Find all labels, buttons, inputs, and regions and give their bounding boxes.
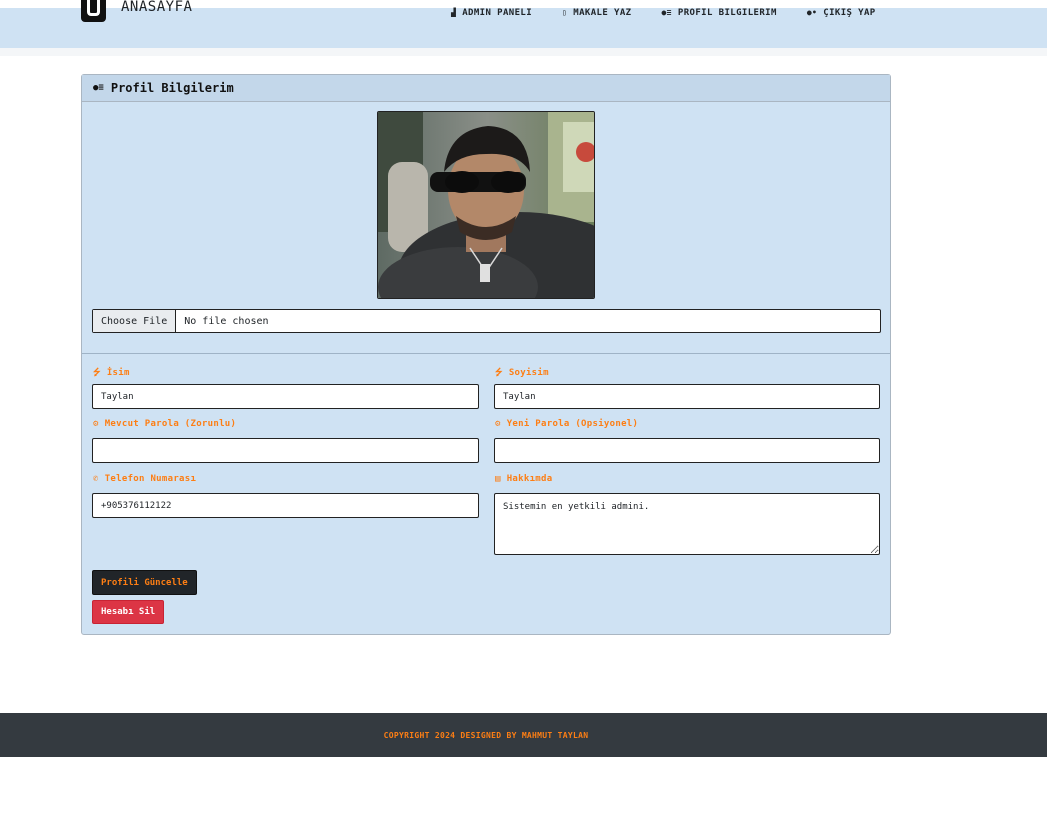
- about-label: ▤ Hakkımda: [495, 474, 552, 484]
- profile-photo: [377, 111, 595, 299]
- nav-admin-panel-label: ADMIN PANELI: [462, 8, 533, 18]
- profile-card: ●≡ Profil Bilgilerim Choose File No file…: [81, 74, 891, 635]
- nav-profile-label: PROFIL BILGILERIM: [677, 8, 777, 18]
- nav-logout-label: ÇIKIŞ YAP: [823, 8, 876, 18]
- nav-write-article[interactable]: ▯ MAKALE YAZ: [562, 7, 631, 19]
- phone-icon: ✆: [93, 474, 99, 484]
- choose-file-button[interactable]: Choose File: [93, 310, 177, 332]
- nav-logout[interactable]: ●• ÇIKIŞ YAP: [807, 7, 876, 19]
- current-password-input[interactable]: [92, 438, 479, 463]
- phone-label-text: Telefon Numarası: [104, 474, 197, 484]
- nav-profile[interactable]: ●≡ PROFIL BILGILERIM: [661, 7, 776, 19]
- navbar-shadow: [0, 48, 1047, 56]
- nav-links: ▟ ADMIN PANELI ▯ MAKALE YAZ ●≡ PROFIL BI…: [451, 7, 906, 19]
- file-input[interactable]: Choose File No file chosen: [92, 309, 881, 333]
- last-name-input[interactable]: [494, 384, 880, 409]
- phone-label: ✆ Telefon Numarası: [93, 474, 196, 484]
- update-profile-button[interactable]: Profili Güncelle: [92, 570, 197, 595]
- footer-copyright: COPYRIGHT 2024 DESIGNED BY MAHMUT TAYLAN: [383, 730, 589, 740]
- first-name-label-text: İsim: [106, 368, 130, 378]
- profile-photo-image: [378, 112, 594, 298]
- first-name-input[interactable]: [92, 384, 479, 409]
- nav-admin-panel[interactable]: ▟ ADMIN PANELI: [451, 7, 532, 19]
- first-name-label: ⭍ İsim: [93, 365, 130, 381]
- new-password-label: ⚙ Yeni Parola (Opsiyonel): [495, 419, 638, 429]
- about-label-text: Hakkımda: [506, 474, 553, 484]
- file-status: No file chosen: [184, 315, 269, 327]
- current-password-label: ⚙ Mevcut Parola (Zorunlu): [93, 419, 236, 429]
- key-icon: ⚙: [93, 419, 99, 429]
- brand[interactable]: ANASAYFA: [81, 0, 192, 22]
- last-name-label-text: Soyisim: [508, 368, 549, 378]
- card-title: Profil Bilgilerim: [110, 81, 234, 95]
- document-icon: ▯: [562, 8, 568, 17]
- nav-write-article-label: MAKALE YAZ: [573, 8, 632, 18]
- user-card-icon: ●≡: [93, 83, 104, 93]
- bolt-icon: ⭍: [93, 368, 101, 378]
- delete-account-button[interactable]: Hesabı Sil: [92, 600, 165, 624]
- phone-input[interactable]: [92, 493, 479, 518]
- last-name-label: ⭍ Soyisim: [495, 365, 549, 381]
- gauge-icon: ▟: [451, 8, 457, 17]
- user-logout-icon: ●•: [806, 8, 818, 17]
- about-textarea[interactable]: Sistemin en yetkili admini.: [494, 493, 880, 555]
- user-card-icon: ●≡: [661, 8, 672, 17]
- id-card-icon: ▤: [495, 474, 501, 484]
- key-icon: ⚙: [495, 419, 501, 429]
- new-password-label-text: Yeni Parola (Opsiyonel): [506, 419, 639, 429]
- blogger-logo-icon: [81, 0, 106, 22]
- bolt-icon: ⭍: [495, 368, 503, 378]
- card-header: ●≡ Profil Bilgilerim: [82, 75, 890, 102]
- current-password-label-text: Mevcut Parola (Zorunlu): [104, 419, 237, 429]
- brand-link[interactable]: ANASAYFA: [121, 0, 192, 15]
- section-divider: [82, 353, 890, 354]
- footer: COPYRIGHT 2024 DESIGNED BY MAHMUT TAYLAN: [0, 713, 1047, 757]
- new-password-input[interactable]: [494, 438, 880, 463]
